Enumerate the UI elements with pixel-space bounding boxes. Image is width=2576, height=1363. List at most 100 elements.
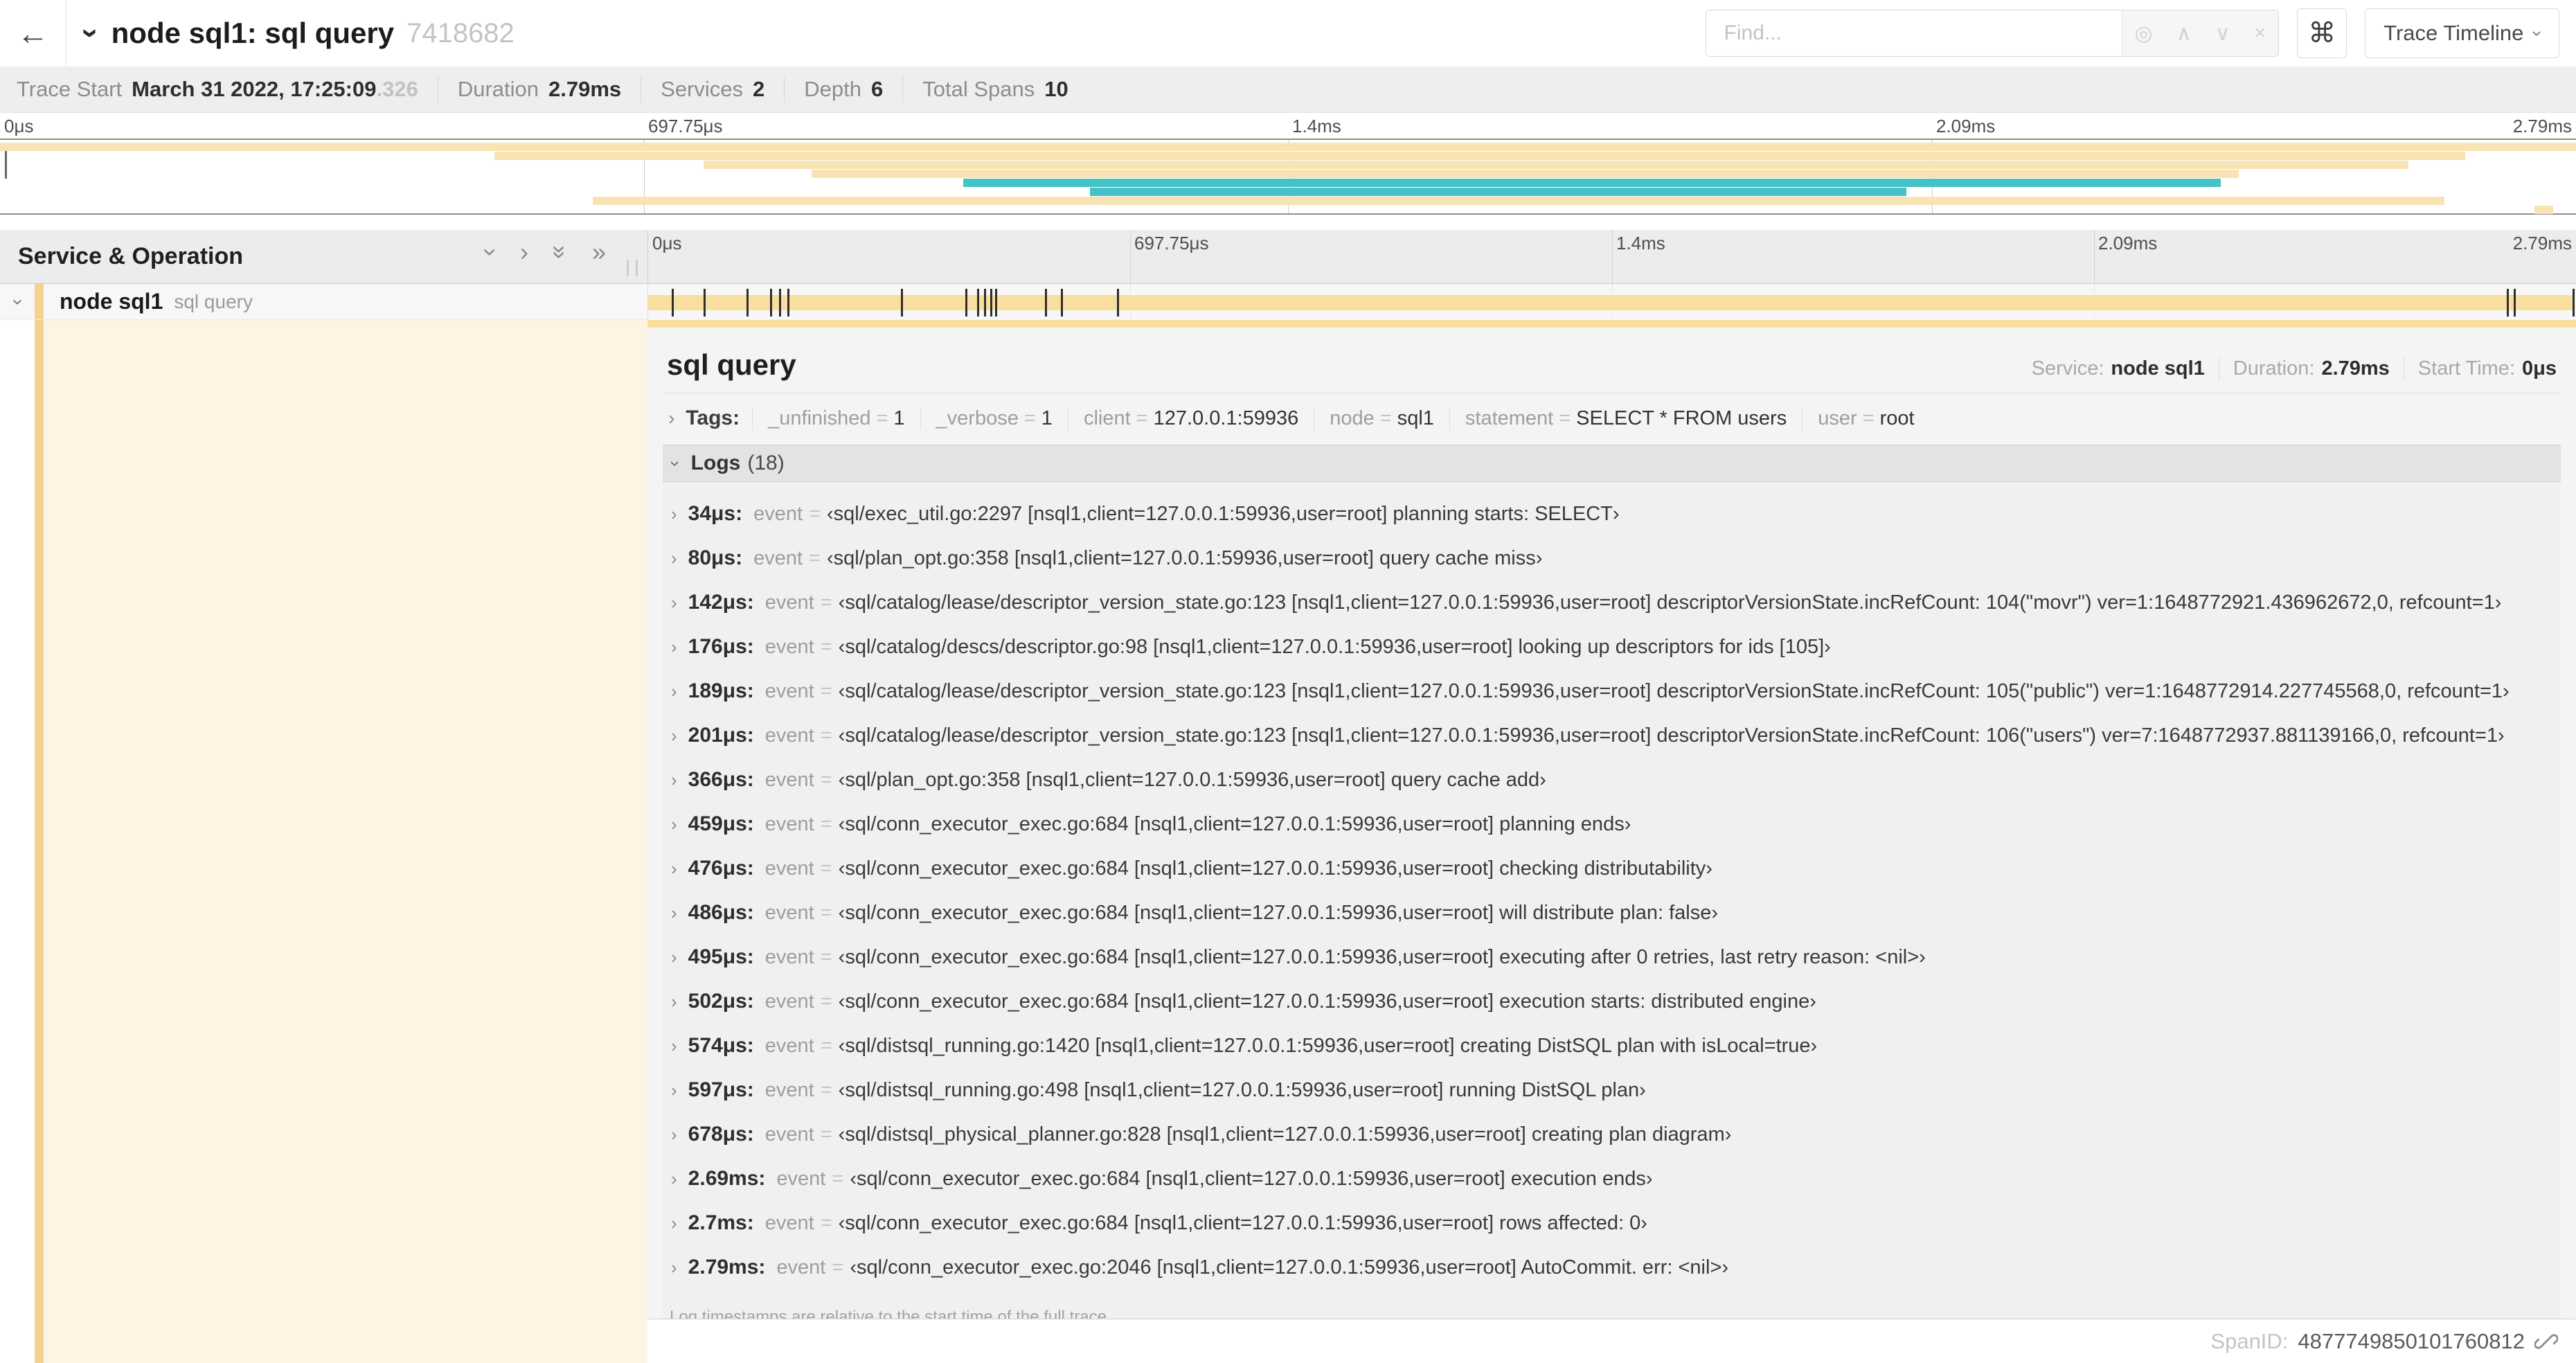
log-marker[interactable]: [746, 289, 749, 317]
column-resizer-handle[interactable]: [627, 260, 638, 276]
time-ruler-tick: 2.09ms: [1936, 116, 1996, 136]
summary-item-label: Services: [661, 77, 744, 101]
log-entry[interactable]: › 366μs: event = ‹sql/plan_opt.go:358 [nsql1…: [664, 758, 2561, 802]
span-name-cell[interactable]: › node sql1 sql query: [0, 284, 647, 320]
log-marker[interactable]: [1044, 289, 1047, 317]
log-timestamp: 459μs:: [688, 812, 754, 835]
locate-icon[interactable]: ◎: [2135, 21, 2153, 46]
log-marker[interactable]: [990, 289, 992, 317]
log-marker[interactable]: [2514, 289, 2516, 317]
log-equals: =: [820, 1211, 832, 1234]
collapse-one-icon[interactable]: ›: [477, 248, 506, 256]
chevron-right-icon: ›: [671, 857, 677, 879]
log-field-value: ‹sql/conn_executor_exec.go:684 [nsql1,cl…: [838, 945, 1926, 968]
log-field-key: event: [764, 724, 814, 747]
log-entry[interactable]: › 486μs: event = ‹sql/conn_executor_exec.go:…: [664, 891, 2561, 935]
keyboard-shortcuts-button[interactable]: ⌘: [2297, 8, 2347, 58]
log-entry[interactable]: › 2.79ms: event = ‹sql/conn_executor_exec.go…: [664, 1245, 2561, 1290]
back-button[interactable]: ←: [0, 0, 66, 66]
log-entry[interactable]: › 2.69ms: event = ‹sql/conn_executor_exec.go…: [664, 1157, 2561, 1201]
service-value: node sql1: [2111, 357, 2205, 380]
log-equals: =: [832, 1167, 844, 1190]
log-field-value: ‹sql/conn_executor_exec.go:684 [nsql1,cl…: [850, 1167, 1653, 1190]
log-timestamp: 34μs:: [688, 502, 743, 525]
log-field-key: event: [764, 901, 814, 924]
log-field-value: ‹sql/catalog/descs/descriptor.go:98 [nsq…: [838, 635, 1831, 658]
time-ruler-tick: 697.75μs: [1134, 233, 1209, 253]
summary-item: Duration 2.79ms: [438, 75, 642, 103]
expand-one-icon[interactable]: ›: [520, 240, 528, 265]
find-input[interactable]: [1706, 10, 2122, 56]
log-marker[interactable]: [994, 289, 997, 317]
trace-title-group[interactable]: › node sql1: sql query 7418682: [74, 16, 1706, 51]
tag-equals: =: [1379, 407, 1392, 429]
log-entry[interactable]: › 176μs: event = ‹sql/catalog/descs/descript…: [664, 625, 2561, 669]
tag-value: 1: [893, 407, 905, 429]
span-operation-name: sql query: [174, 290, 253, 312]
link-icon[interactable]: [2534, 1330, 2558, 1353]
next-result-icon[interactable]: ∨: [2215, 21, 2230, 46]
minimap-span-bar: [1089, 188, 1906, 196]
time-ruler-tick: 2.79ms: [2512, 116, 2572, 136]
tag-equals: =: [1862, 407, 1875, 429]
span-detail-panel: sql query Service: node sql1 Duration: 2.7…: [647, 328, 2576, 1319]
trace-minimap[interactable]: [0, 139, 2576, 215]
logs-header[interactable]: › Logs (18): [663, 445, 2561, 482]
log-field-value: ‹sql/conn_executor_exec.go:2046 [nsql1,c…: [850, 1256, 1729, 1279]
log-entry[interactable]: › 201μs: event = ‹sql/catalog/lease/descript…: [664, 713, 2561, 758]
start-time-label: Start Time:: [2417, 357, 2515, 380]
log-marker[interactable]: [787, 289, 789, 317]
log-marker[interactable]: [703, 289, 706, 317]
detail-right-column: sql query Service: node sql1 Duration: 2.7…: [647, 320, 2576, 1363]
view-selector-button[interactable]: Trace Timeline ›: [2365, 8, 2559, 58]
summary-item-value: 2.79ms: [548, 77, 622, 101]
minimap-span-bar: [0, 143, 2576, 151]
log-entry[interactable]: › 189μs: event = ‹sql/catalog/lease/descript…: [664, 669, 2561, 713]
tags-row[interactable]: › Tags: _unfinished = 1 _verbose = 1 client = 12…: [663, 399, 2561, 438]
log-marker[interactable]: [1116, 289, 1119, 317]
log-entry[interactable]: › 502μs: event = ‹sql/conn_executor_exec.go:…: [664, 979, 2561, 1024]
log-entry[interactable]: › 678μs: event = ‹sql/distsql_physical_plann…: [664, 1112, 2561, 1157]
log-entry[interactable]: › 459μs: event = ‹sql/conn_executor_exec.go:…: [664, 802, 2561, 846]
log-entry[interactable]: › 476μs: event = ‹sql/conn_executor_exec.go:…: [664, 846, 2561, 891]
log-field-key: event: [764, 1123, 814, 1146]
minimap-span-bar: [2534, 206, 2553, 214]
log-entry[interactable]: › 80μs: event = ‹sql/plan_opt.go:358 [nsql1,…: [664, 536, 2561, 580]
log-entry[interactable]: › 574μs: event = ‹sql/distsql_running.go:142…: [664, 1024, 2561, 1068]
timeline-ruler: 0μs 697.75μs 1.4ms 2.09ms 2.79ms: [647, 230, 2576, 283]
prev-result-icon[interactable]: ∧: [2176, 21, 2192, 46]
chevron-right-icon: ›: [671, 1168, 677, 1189]
log-marker[interactable]: [1060, 289, 1063, 317]
log-timestamp: 176μs:: [688, 635, 754, 658]
chevron-down-icon[interactable]: ›: [8, 299, 30, 305]
log-marker[interactable]: [2507, 289, 2510, 317]
log-marker[interactable]: [983, 289, 986, 317]
service-operation-label: Service & Operation: [18, 243, 244, 269]
log-marker[interactable]: [965, 289, 967, 317]
log-marker[interactable]: [901, 289, 904, 317]
log-entry[interactable]: › 142μs: event = ‹sql/catalog/lease/descript…: [664, 580, 2561, 625]
detail-meta: Service: node sql1 Duration: 2.79ms Start …: [2018, 357, 2557, 380]
tag-equals: =: [1023, 407, 1036, 429]
log-entry[interactable]: › 597μs: event = ‹sql/distsql_running.go:498…: [664, 1068, 2561, 1112]
tag-equals: =: [1136, 407, 1148, 429]
log-marker[interactable]: [671, 289, 674, 317]
log-marker[interactable]: [976, 289, 979, 317]
tag-value: SELECT * FROM users: [1576, 407, 1787, 429]
expand-all-icon[interactable]: »: [592, 240, 606, 265]
clear-find-icon[interactable]: ×: [2254, 21, 2266, 45]
log-field-key: event: [764, 945, 814, 968]
span-bar-cell[interactable]: [647, 284, 2576, 320]
log-timestamp: 502μs:: [688, 990, 754, 1013]
log-marker[interactable]: [769, 289, 772, 317]
log-entry[interactable]: › 2.7ms: event = ‹sql/conn_executor_exec.go:…: [664, 1201, 2561, 1245]
trace-timeline-page: ← › node sql1: sql query 7418682 ◎ ∧ ∨ ×…: [0, 0, 2576, 1363]
span-duration-bar[interactable]: [648, 295, 2575, 310]
log-entry[interactable]: › 495μs: event = ‹sql/conn_executor_exec.go:…: [664, 935, 2561, 979]
log-equals: =: [820, 990, 832, 1013]
log-entry[interactable]: › 34μs: event = ‹sql/exec_util.go:2297 [nsql…: [664, 492, 2561, 536]
log-marker[interactable]: [2573, 289, 2575, 317]
log-marker[interactable]: [778, 289, 781, 317]
span-row[interactable]: › node sql1 sql query: [0, 284, 2576, 320]
collapse-all-icon[interactable]: »: [546, 245, 575, 259]
